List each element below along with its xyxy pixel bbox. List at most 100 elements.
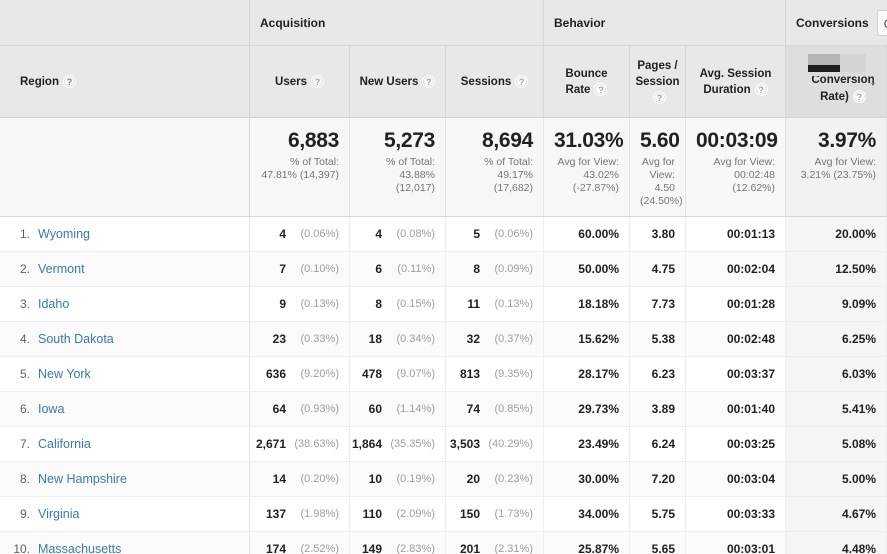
cell-sessions: 201 (2.31%): [446, 532, 544, 554]
table-row[interactable]: 8. New Hampshire 14 (0.20%) 10 (0.19%) 20 (0.23…: [0, 462, 887, 497]
cell-conversion-rate: 6.25%: [786, 322, 887, 356]
group-acquisition: Acquisition: [250, 0, 544, 45]
column-header-avg-session-duration[interactable]: Avg. Session Duration?: [686, 46, 786, 117]
row-dimension-cell: 9. Virginia: [0, 497, 250, 531]
cell-sessions-percent: (0.06%): [494, 228, 533, 240]
cell-sessions: 11 (0.13%): [446, 287, 544, 321]
cell-bounce-rate: 60.00%: [544, 217, 630, 251]
cell-sessions: 8 (0.09%): [446, 252, 544, 286]
cell-users: 4 (0.06%): [250, 217, 350, 251]
cell-sessions: 3,503 (40.29%): [446, 427, 544, 461]
cell-users-value: 14: [272, 472, 286, 486]
goal-selector-dropdown[interactable]: Go: [876, 9, 887, 36]
cell-sessions-value: 5: [473, 227, 480, 241]
region-link[interactable]: Iowa: [38, 402, 64, 416]
cell-avg-session-duration: 00:01:28: [686, 287, 786, 321]
column-header-pages-per-session[interactable]: Pages / Session?: [630, 46, 686, 117]
cell-new-users: 18 (0.34%): [350, 322, 446, 356]
region-link[interactable]: Massachusetts: [38, 542, 121, 554]
cell-new-users: 10 (0.19%): [350, 462, 446, 496]
region-link[interactable]: Wyoming: [38, 227, 90, 241]
column-header-new-users-label: New Users: [359, 75, 419, 88]
help-icon-conversion-rate[interactable]: ?: [852, 90, 866, 104]
table-row[interactable]: 6. Iowa 64 (0.93%) 60 (1.14%) 74 (0.85%) 29.73% 3…: [0, 392, 887, 427]
group-behavior-label: Behavior: [554, 15, 606, 30]
table-row[interactable]: 10. Massachusetts 174 (2.52%) 149 (2.83%) 201 (…: [0, 532, 887, 554]
region-link[interactable]: Idaho: [38, 297, 69, 311]
help-icon-bounce-rate[interactable]: ?: [594, 82, 608, 96]
cell-users: 137 (1.98%): [250, 497, 350, 531]
cell-new-users-value: 1,864: [351, 437, 382, 451]
help-icon-region[interactable]: ?: [62, 74, 76, 88]
row-dimension-cell: 8. New Hampshire: [0, 462, 250, 496]
cell-users-percent: (0.33%): [300, 333, 339, 345]
group-behavior: Behavior: [544, 0, 786, 45]
row-dimension-cell: 3. Idaho: [0, 287, 250, 321]
cell-new-users: 110 (2.09%): [350, 497, 446, 531]
help-icon-new-users[interactable]: ?: [422, 74, 436, 88]
cell-users-value: 2,671: [255, 437, 286, 451]
column-group-header-row: Acquisition Behavior Conversions Go: [0, 0, 887, 46]
summary-dimension-cell: [0, 118, 250, 216]
column-header-region-label: Region: [20, 75, 59, 88]
table-row[interactable]: 5. New York 636 (9.20%) 478 (9.07%) 813 (9.35%)…: [0, 357, 887, 392]
cell-conversion-rate: 20.00%: [786, 217, 887, 251]
region-link[interactable]: California: [38, 437, 91, 451]
cell-conversion-rate: 12.50%: [786, 252, 887, 286]
cell-sessions-percent: (40.29%): [488, 438, 533, 450]
column-header-sessions[interactable]: Sessions?: [446, 46, 544, 117]
row-index: 7.: [19, 437, 30, 451]
help-icon-sessions[interactable]: ?: [515, 74, 529, 88]
help-icon-avg-session-duration[interactable]: ?: [754, 82, 768, 96]
cell-avg-session-duration: 00:03:01: [686, 532, 786, 554]
cell-sessions-value: 813: [459, 367, 480, 381]
cell-avg-session-duration: 00:03:33: [686, 497, 786, 531]
help-icon-users[interactable]: ?: [310, 74, 324, 88]
table-row[interactable]: 4. South Dakota 23 (0.33%) 18 (0.34%) 32 (0.37%…: [0, 322, 887, 357]
table-row[interactable]: 7. California 2,671 (38.63%) 1,864 (35.35%) 3,…: [0, 427, 887, 462]
sort-descending-arrow-icon[interactable]: ↓: [866, 72, 880, 90]
cell-new-users-value: 60: [368, 402, 382, 416]
column-header-new-users[interactable]: New Users?: [350, 46, 446, 117]
cell-users-percent: (0.10%): [300, 263, 339, 275]
region-link[interactable]: Vermont: [38, 262, 85, 276]
cell-users-percent: (2.52%): [300, 543, 339, 554]
help-icon-pages-per-session[interactable]: ?: [653, 90, 666, 104]
row-index: 1.: [19, 227, 30, 241]
cell-new-users-percent: (0.08%): [396, 228, 435, 240]
table-row[interactable]: 3. Idaho 9 (0.13%) 8 (0.15%) 11 (0.13%) 18.18% 7.…: [0, 287, 887, 322]
table-row[interactable]: 1. Wyoming 4 (0.06%) 4 (0.08%) 5 (0.06%) 60.00% 3…: [0, 217, 887, 252]
cell-new-users: 149 (2.83%): [350, 532, 446, 554]
column-header-row: Region? Users? New Users? Sessions? Boun…: [0, 46, 887, 118]
table-row[interactable]: 2. Vermont 7 (0.10%) 6 (0.11%) 8 (0.09%) 50.00% 4…: [0, 252, 887, 287]
summary-sessions-value: 8,694: [481, 129, 533, 152]
cell-users: 174 (2.52%): [250, 532, 350, 554]
column-header-region[interactable]: Region?: [0, 46, 250, 117]
cell-new-users-percent: (2.83%): [396, 543, 435, 554]
group-acquisition-label: Acquisition: [260, 15, 326, 30]
region-link[interactable]: New Hampshire: [38, 472, 127, 486]
cell-users: 23 (0.33%): [250, 322, 350, 356]
column-header-conversion-rate[interactable]: Conversion Rate)? ↓: [786, 46, 887, 117]
column-header-bounce-rate[interactable]: Bounce Rate?: [544, 46, 630, 117]
column-header-users[interactable]: Users?: [250, 46, 350, 117]
cell-sessions-value: 32: [466, 332, 480, 346]
summary-avg-session-duration-sub: Avg for View: 00:02:48 (12.62%): [713, 156, 775, 194]
cell-avg-session-duration: 00:03:37: [686, 357, 786, 391]
cell-new-users: 1,864 (35.35%): [350, 427, 446, 461]
cell-new-users-value: 8: [375, 297, 382, 311]
region-link[interactable]: South Dakota: [38, 332, 114, 346]
cell-new-users: 60 (1.14%): [350, 392, 446, 426]
cell-users-value: 174: [265, 542, 286, 554]
cell-avg-session-duration: 00:03:25: [686, 427, 786, 461]
cell-sessions-percent: (0.23%): [494, 473, 533, 485]
cell-sessions-percent: (2.31%): [494, 543, 533, 554]
region-link[interactable]: Virginia: [38, 507, 79, 521]
region-link[interactable]: New York: [38, 367, 91, 381]
cell-users-percent: (38.63%): [294, 438, 339, 450]
cell-users: 9 (0.13%): [250, 287, 350, 321]
summary-users: 6,883 % of Total: 47.81% (14,397): [250, 118, 350, 216]
summary-conversion-rate: 3.97% Avg for View: 3.21% (23.75%): [786, 118, 887, 216]
table-row[interactable]: 9. Virginia 137 (1.98%) 110 (2.09%) 150 (1.73%)…: [0, 497, 887, 532]
cell-sessions: 5 (0.06%): [446, 217, 544, 251]
